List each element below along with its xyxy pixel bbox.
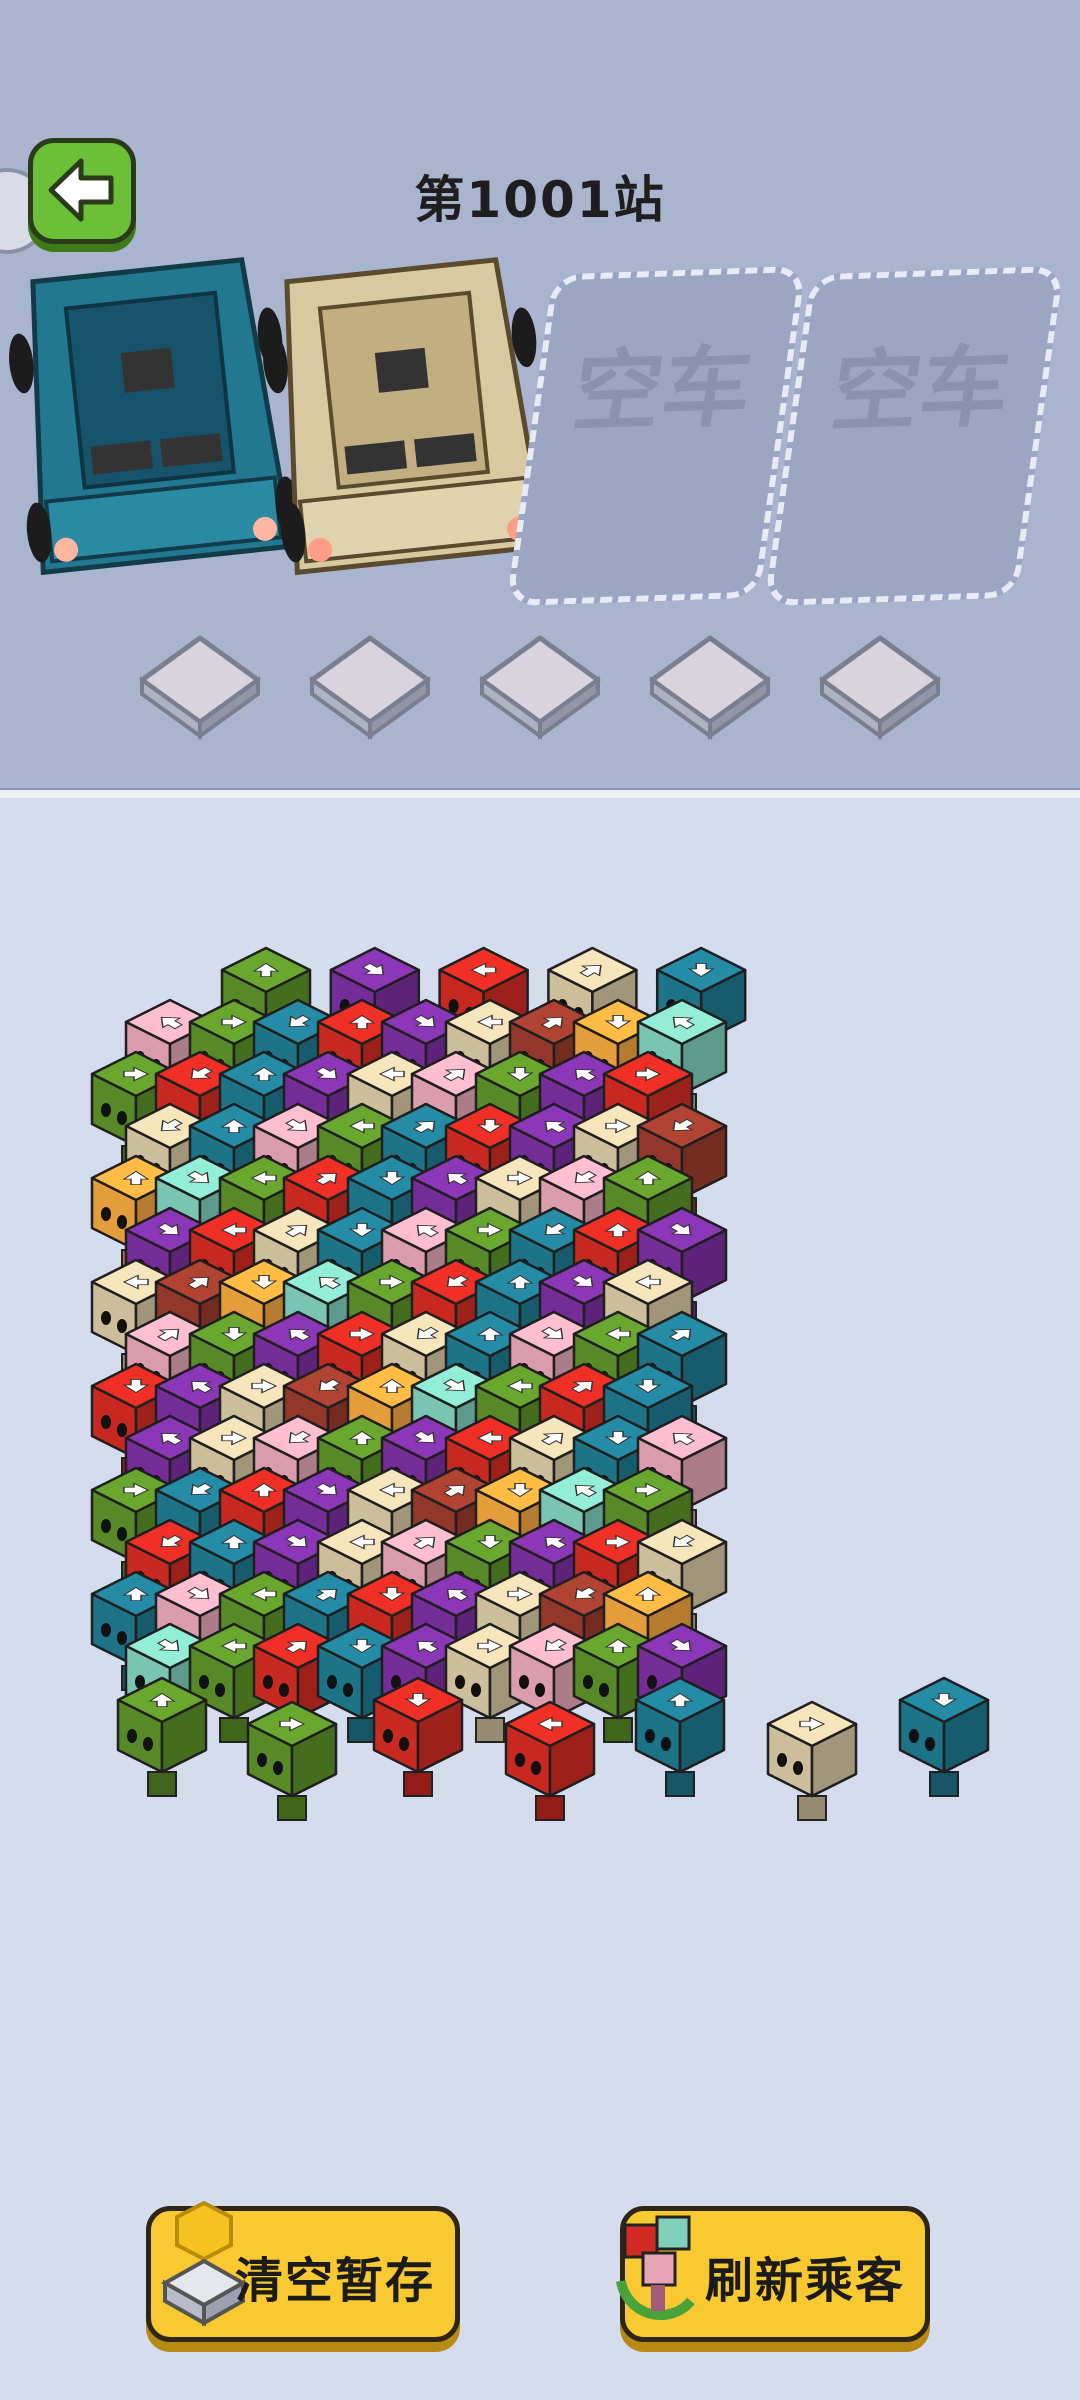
- clear-storage-label: 清空暂存: [235, 2253, 436, 2309]
- clear-storage-button[interactable]: 清空暂存: [146, 2201, 460, 2342]
- passenger-cube[interactable]: [372, 1676, 464, 1797]
- passenger-cube[interactable]: [116, 1676, 208, 1797]
- passenger-cube[interactable]: [766, 1700, 858, 1821]
- cube-board: [90, 946, 990, 1821]
- passenger-cube[interactable]: [504, 1700, 596, 1821]
- refresh-passengers-button[interactable]: 刷新乘客: [616, 2206, 930, 2342]
- refresh-passengers-icon: [616, 2215, 695, 2321]
- passenger-cube[interactable]: [634, 1676, 726, 1797]
- refresh-passengers-label: 刷新乘客: [705, 2253, 906, 2309]
- passenger-cube[interactable]: [246, 1700, 338, 1821]
- passenger-cube[interactable]: [898, 1676, 990, 1797]
